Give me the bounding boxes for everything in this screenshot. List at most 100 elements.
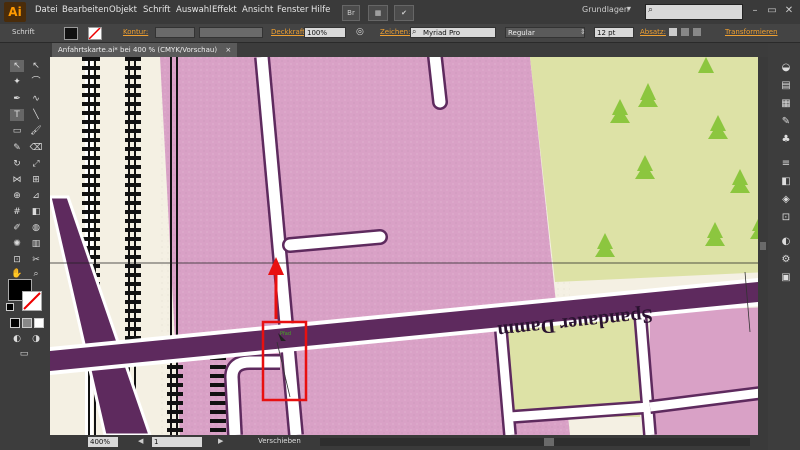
bridge-button[interactable]: Br [342, 5, 360, 21]
artboard-number-field[interactable]: 1 [152, 437, 202, 447]
graphic-styles-panel-icon[interactable]: ▣ [779, 272, 793, 284]
app-logo: Ai [4, 2, 26, 22]
transformieren-label[interactable]: Transformieren [725, 28, 778, 36]
shape-builder-tool-icon[interactable]: ⊕ [10, 190, 24, 202]
color-mode-icon[interactable] [10, 318, 20, 328]
menu-ansicht[interactable]: Ansicht [242, 5, 273, 15]
brushes-panel-icon[interactable]: ✎ [779, 116, 793, 128]
free-transform-tool-icon[interactable]: ⊞ [29, 174, 43, 186]
prev-artboard-icon[interactable]: ◀ [138, 437, 143, 445]
font-search-icon: ⌕ [412, 27, 417, 36]
magic-wand-tool-icon[interactable]: ✦ [10, 76, 24, 88]
pen-tool-icon[interactable]: ✒ [10, 93, 24, 105]
curvature-tool-icon[interactable]: ∿ [29, 93, 43, 105]
draw-normal-icon[interactable]: ◐ [10, 333, 24, 345]
deckkraft-label[interactable]: Deckkraft: [271, 28, 307, 36]
layers-panel-icon[interactable]: ◈ [779, 194, 793, 206]
close-icon[interactable]: ✕ [782, 4, 796, 18]
horizontal-scroll-thumb[interactable] [544, 438, 554, 446]
document-tab[interactable]: Anfahrtskarte.ai* bei 400 % (CMYK/Vorsch… [52, 43, 238, 57]
default-colors-icon[interactable] [6, 303, 14, 311]
selection-tool-icon[interactable]: ↖ [10, 60, 24, 72]
artboard-tool-icon[interactable]: ⊡ [10, 254, 24, 266]
help-search-input[interactable] [645, 4, 743, 20]
align-right-icon[interactable] [693, 28, 701, 36]
chevron-down-icon[interactable]: ▾ [627, 4, 631, 13]
menu-auswahl[interactable]: Auswahl [176, 5, 212, 15]
search-icon: ⌕ [648, 5, 654, 15]
screen-mode-icon[interactable]: ▭ [17, 348, 31, 360]
menu-objekt[interactable]: Objekt [109, 5, 137, 15]
menu-bearbeiten[interactable]: Bearbeiten [62, 5, 109, 15]
next-artboard-icon[interactable]: ▶ [218, 437, 223, 445]
lasso-tool-icon[interactable]: ⌒ [29, 76, 43, 88]
gradient-tool-icon[interactable]: ◧ [29, 206, 43, 218]
menu-effekt[interactable]: Effekt [212, 5, 237, 15]
font-style-field[interactable]: Regular [505, 27, 585, 38]
font-size-field[interactable]: 12 pt [594, 27, 634, 38]
width-tool-icon[interactable]: ⋈ [10, 174, 24, 186]
eyedropper-tool-icon[interactable]: ✐ [10, 222, 24, 234]
eraser-tool-icon[interactable]: ⌫ [29, 142, 43, 154]
artboard-canvas[interactable]: Spandauer Damm Pfad [50, 57, 768, 435]
stroke-weight-field[interactable] [155, 27, 195, 38]
recolor-icon[interactable]: ◎ [356, 27, 364, 37]
variable-width-field[interactable] [199, 27, 263, 38]
maximize-icon[interactable]: ▭ [765, 4, 779, 18]
scale-tool-icon[interactable]: ⤢ [29, 158, 43, 170]
blend-tool-icon[interactable]: ◍ [29, 222, 43, 234]
artboards-panel-icon[interactable]: ⊡ [779, 212, 793, 224]
symbol-sprayer-tool-icon[interactable]: ✺ [10, 238, 24, 250]
align-left-icon[interactable] [669, 28, 677, 36]
vertical-scrollbar[interactable] [758, 57, 768, 435]
line-tool-icon[interactable]: ╲ [29, 109, 43, 121]
menu-hilfe[interactable]: Hilfe [311, 5, 330, 15]
stroke-color-swatch[interactable] [88, 27, 102, 40]
document-tab-title: Anfahrtskarte.ai* bei 400 % (CMYK/Vorsch… [58, 46, 218, 54]
vertical-scroll-thumb[interactable] [760, 242, 766, 250]
tool-name-label: Schrift [12, 28, 35, 36]
stroke-swatch[interactable] [22, 291, 42, 311]
horizontal-scrollbar[interactable] [320, 438, 750, 446]
kontur-label[interactable]: Kontur: [123, 28, 148, 36]
slice-tool-icon[interactable]: ✂ [29, 254, 43, 266]
column-graph-tool-icon[interactable]: ▥ [29, 238, 43, 250]
street-top-inner [429, 57, 446, 108]
type-tool-icon[interactable]: T [10, 109, 24, 121]
zeichen-label[interactable]: Zeichen: [380, 28, 410, 36]
gradient-mode-icon[interactable] [22, 318, 32, 328]
symbols-panel-icon[interactable]: ♣ [779, 134, 793, 146]
minimize-icon[interactable]: – [748, 4, 762, 18]
mesh-tool-icon[interactable]: # [10, 206, 24, 218]
appearance-panel-icon[interactable]: ⚙ [779, 254, 793, 266]
absatz-label[interactable]: Absatz: [640, 28, 666, 36]
transparency-panel-icon[interactable]: ◐ [779, 236, 793, 248]
paintbrush-tool-icon[interactable]: 🖌 [29, 125, 43, 137]
stroke-panel-icon[interactable]: ≡ [779, 158, 793, 170]
gpu-preview-icon[interactable]: ✔ [394, 5, 414, 21]
zoom-field[interactable]: 400% [88, 437, 118, 447]
menu-fenster[interactable]: Fenster [277, 5, 309, 15]
tab-close-icon[interactable]: × [225, 46, 231, 54]
pencil-tool-icon[interactable]: ✎ [10, 142, 24, 154]
opacity-field[interactable]: 100% [304, 27, 346, 38]
arrange-documents-icon[interactable]: ▦ [368, 5, 388, 21]
workspace-switcher[interactable]: Grundlagen [582, 5, 629, 14]
rotate-tool-icon[interactable]: ↻ [10, 158, 24, 170]
gradient-panel-icon[interactable]: ◧ [779, 176, 793, 188]
direct-selection-tool-icon[interactable]: ↖ [29, 60, 43, 72]
rectangle-tool-icon[interactable]: ▭ [10, 125, 24, 137]
fill-color-swatch[interactable] [64, 27, 78, 40]
draw-behind-icon[interactable]: ◑ [29, 333, 43, 345]
color-panel-icon[interactable]: ◒ [779, 62, 793, 74]
perspective-grid-tool-icon[interactable]: ⊿ [29, 190, 43, 202]
font-family-field[interactable]: Myriad Pro [410, 27, 496, 38]
city-block-right [650, 307, 768, 435]
align-center-icon[interactable] [681, 28, 689, 36]
arrows-icon[interactable]: ⇕ [580, 28, 586, 36]
swatches-panel-icon[interactable]: ▦ [779, 98, 793, 110]
menu-datei[interactable]: Datei [35, 5, 58, 15]
menu-schrift[interactable]: Schrift [143, 5, 171, 15]
color-guide-icon[interactable]: ▤ [779, 80, 793, 92]
none-mode-icon[interactable] [34, 318, 44, 328]
